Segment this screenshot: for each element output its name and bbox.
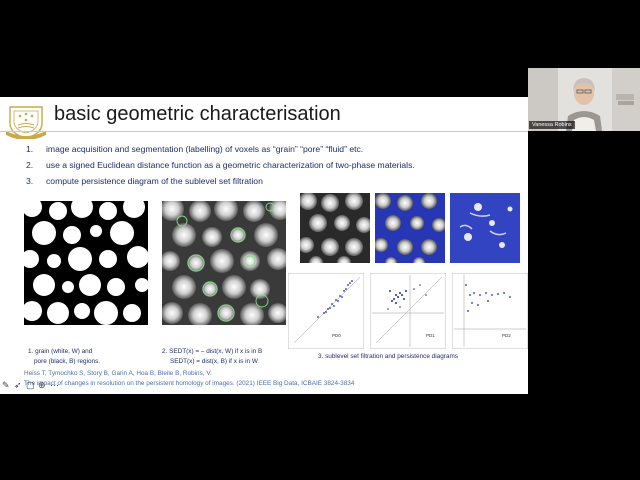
university-crest-logo (6, 106, 46, 139)
filtration-image-3 (450, 193, 520, 263)
list-item-1-number: 1. (26, 144, 34, 154)
zoom-icon[interactable]: ⊕ (38, 380, 46, 391)
list-item-3-number: 3. (26, 176, 34, 186)
list-item-3: 3. compute persistence diagram of the sub… (26, 176, 263, 186)
pd0-label: PD0 (332, 333, 341, 338)
pd1-label: PD1 (426, 333, 435, 338)
persistence-diagram-pd0: PD0 (288, 273, 364, 349)
more-icon[interactable]: ⋯ (50, 380, 59, 391)
signed-distance-image (162, 201, 286, 325)
caption-1-line-1: 1. grain (white, W) and (28, 348, 93, 355)
participant-name-label: Vanessa Robins (529, 121, 575, 129)
filtration-image-1 (300, 193, 370, 263)
list-item-2-number: 2. (26, 160, 34, 170)
caption-3: 3. sublevel set filtration and persisten… (318, 353, 458, 360)
persistence-diagram-pd2: PD2 (452, 273, 528, 349)
slide-title: basic geometric characterisation (54, 103, 341, 125)
reference-authors: Heiss T, Tymochko S, Story B, Garin A, H… (24, 370, 212, 377)
title-divider (0, 131, 528, 132)
screen: { "slide": { "title": "basic geometric c… (0, 0, 640, 480)
caption-1: 1. grain (white, W) and pore (black, B) … (28, 347, 100, 367)
list-item-1-text: image acquisition and segmentation (labe… (46, 144, 364, 154)
pen-icon[interactable]: ✎ (2, 380, 10, 391)
presentation-controls: ✎ ➶ ▢ ⊕ ⋯ (0, 380, 80, 394)
caption-1-line-2: pore (black, B) regions. (34, 358, 101, 365)
caption-2-line-1: 2. SEDT(x) = – dist(x, W) if x is in B (162, 348, 263, 355)
list-item-1: 1. image acquisition and segmentation (la… (26, 144, 363, 154)
list-item-3-text: compute persistence diagram of the suble… (46, 176, 263, 186)
caption-2-line-2: SEDT(x) = dist(x, B) if x is in W (170, 358, 258, 365)
list-item-2-text: use a signed Euclidean distance function… (46, 160, 415, 170)
filtration-image-2 (375, 193, 445, 263)
caption-2: 2. SEDT(x) = – dist(x, W) if x is in B S… (162, 347, 262, 367)
presentation-slide: basic geometric characterisation 1. image… (0, 97, 528, 394)
binary-segmentation-image (24, 201, 148, 325)
slides-icon[interactable]: ▢ (26, 380, 35, 391)
pointer-icon[interactable]: ➶ (14, 380, 22, 391)
pd2-label: PD2 (502, 333, 511, 338)
list-item-2: 2. use a signed Euclidean distance functi… (26, 160, 415, 170)
persistence-diagram-pd1: PD1 (370, 273, 446, 349)
